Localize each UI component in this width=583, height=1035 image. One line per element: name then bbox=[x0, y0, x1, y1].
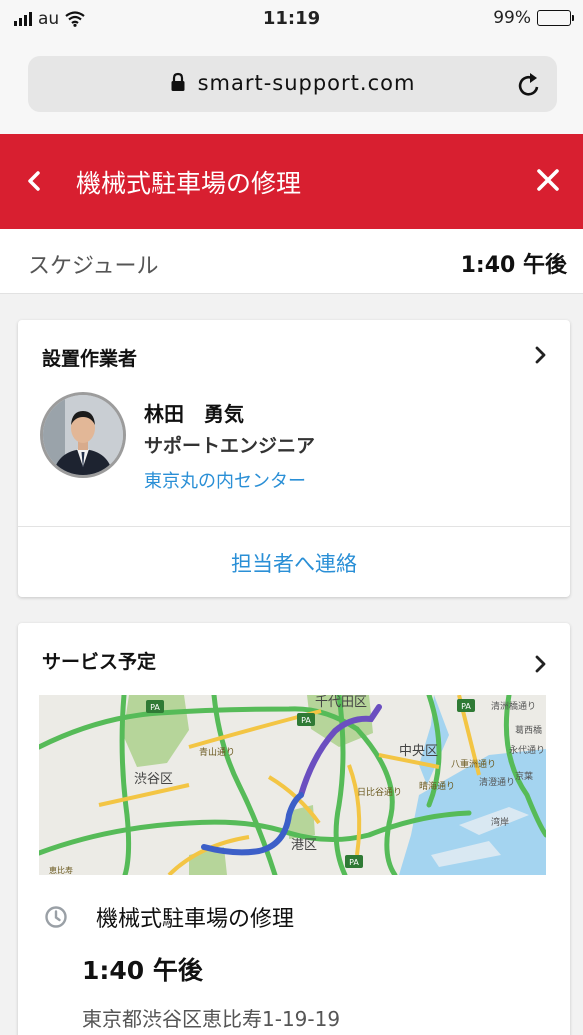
installer-title: 設置作業者 bbox=[42, 348, 138, 370]
map-canvas: PA PA PA PA 千代田区 中央区 渋谷区 港区 青山通り 日比谷通り 晴… bbox=[39, 695, 546, 875]
service-card: サービス予定 PA PA PA PA 千代田区 中央区 渋谷区 港区 青山通り … bbox=[18, 623, 570, 1035]
job-address: 東京都渋谷区恵比寿1-19-19 bbox=[82, 1007, 341, 1031]
battery-icon bbox=[537, 10, 574, 26]
map-label-kasai: 葛西橋 bbox=[515, 724, 542, 736]
url-text: smart-support.com bbox=[197, 71, 416, 95]
battery-percent: 99% bbox=[493, 8, 531, 28]
close-icon[interactable] bbox=[535, 167, 561, 193]
svg-text:PA: PA bbox=[461, 702, 471, 711]
nav-bar: 機械式駐車場の修理 bbox=[0, 134, 583, 229]
map-label-harbor: 湾岸 bbox=[491, 816, 509, 828]
map-label-aoyama: 青山通り bbox=[199, 746, 235, 758]
svg-text:PA: PA bbox=[150, 703, 160, 712]
card-divider bbox=[18, 526, 570, 527]
nav-title: 機械式駐車場の修理 bbox=[76, 169, 302, 198]
service-title: サービス予定 bbox=[42, 651, 157, 673]
chevron-right-icon[interactable] bbox=[534, 344, 548, 366]
job-title: 機械式駐車場の修理 bbox=[96, 907, 295, 932]
map-label-ebisu: 恵比寿 bbox=[49, 865, 73, 875]
pa-badge-icon: PA bbox=[457, 699, 475, 712]
pa-badge-icon: PA bbox=[146, 700, 164, 713]
status-bar: au 11:19 99% bbox=[0, 0, 583, 38]
address-text-wrap: smart-support.com bbox=[28, 71, 557, 95]
browser-chrome: smart-support.com bbox=[0, 38, 583, 134]
map-label-eitai: 永代通り bbox=[509, 744, 545, 756]
back-chevron-icon[interactable] bbox=[24, 164, 44, 198]
schedule-time: 1:40 午後 bbox=[460, 253, 567, 278]
installer-office-link[interactable]: 東京丸の内センター bbox=[144, 467, 306, 493]
job-time: 1:40 午後 bbox=[82, 956, 203, 985]
clock-icon bbox=[45, 906, 67, 928]
svg-text:PA: PA bbox=[301, 716, 311, 725]
pa-badge-icon: PA bbox=[297, 713, 315, 726]
map-label-minato: 港区 bbox=[291, 838, 317, 853]
lock-icon bbox=[171, 72, 185, 91]
map-label-chiyoda: 千代田区 bbox=[315, 695, 367, 710]
map-label-hibiya: 日比谷通り bbox=[357, 786, 402, 798]
map-label-shimizu: 清澄通り bbox=[479, 776, 515, 788]
map-label-shibuya: 渋谷区 bbox=[134, 772, 173, 787]
route-map[interactable]: PA PA PA PA 千代田区 中央区 渋谷区 港区 青山通り 日比谷通り 晴… bbox=[39, 695, 546, 875]
installer-name: 林田 勇気 bbox=[144, 402, 244, 426]
map-label-keiyo: 京葉 bbox=[515, 770, 533, 782]
person-photo-icon bbox=[43, 395, 123, 475]
installer-role: サポートエンジニア bbox=[144, 435, 316, 457]
map-label-chuo: 中央区 bbox=[399, 744, 438, 759]
reload-icon[interactable] bbox=[517, 70, 543, 98]
avatar bbox=[40, 392, 126, 478]
chevron-right-icon[interactable] bbox=[534, 653, 548, 675]
map-label-harumi: 晴海通り bbox=[419, 780, 455, 792]
contact-button[interactable]: 担当者へ連絡 bbox=[18, 548, 570, 578]
pa-badge-icon: PA bbox=[345, 855, 363, 868]
status-right: 99% bbox=[493, 8, 574, 28]
installer-card: 設置作業者 林田 勇気 サポートエンジニア 東京丸の内センター 担当者へ連絡 bbox=[18, 320, 570, 597]
svg-text:PA: PA bbox=[349, 858, 359, 867]
address-bar[interactable]: smart-support.com bbox=[28, 56, 557, 112]
schedule-label: スケジュール bbox=[28, 254, 159, 279]
map-label-yaesu: 八重洲通り bbox=[451, 758, 496, 770]
schedule-row: スケジュール 1:40 午後 bbox=[0, 229, 583, 294]
map-label-kiyosumi: 清洲橋通り bbox=[491, 700, 536, 712]
